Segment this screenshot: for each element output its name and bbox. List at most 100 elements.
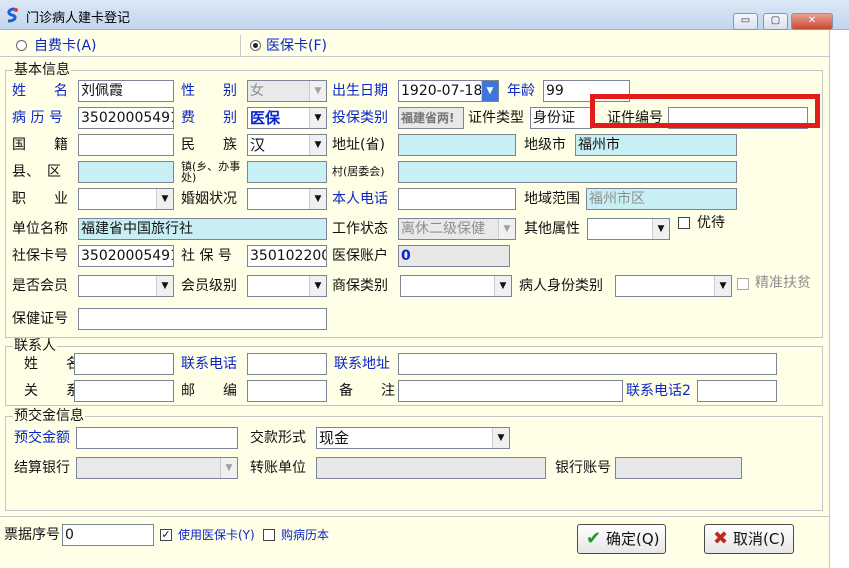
fee-select[interactable]: 医保 ▼ xyxy=(247,107,327,129)
chevron-down-icon: ▼ xyxy=(309,108,326,128)
deposit-method-label: 交款形式 xyxy=(250,430,306,446)
birth-date-picker[interactable]: 1920-07-18 ▼ xyxy=(398,80,499,102)
region-field[interactable]: 福州市区 xyxy=(586,188,737,210)
chevron-down-icon: ▼ xyxy=(309,81,326,101)
contact-note-field[interactable] xyxy=(398,380,623,402)
chevron-down-icon: ▼ xyxy=(309,189,326,209)
chevron-down-icon: ▼ xyxy=(498,219,515,239)
town-field[interactable] xyxy=(247,161,327,183)
contact-rel-label: 关 系 xyxy=(24,383,80,399)
cancel-label: 取消(C) xyxy=(733,530,786,548)
other-select[interactable]: ▼ xyxy=(587,218,670,240)
record-field[interactable]: 350200054912 xyxy=(78,107,174,129)
contact-rel-field[interactable] xyxy=(74,380,174,402)
fee-value: 医保 xyxy=(250,109,281,127)
contact-title: 联系人 xyxy=(13,338,57,354)
acct-field: 0 xyxy=(398,245,510,267)
receipt-field[interactable]: 0 xyxy=(62,524,154,546)
health-field[interactable] xyxy=(78,308,327,330)
chevron-down-icon: ▼ xyxy=(309,276,326,296)
title-bar: 门诊病人建卡登记 ▭ ▢ ✕ xyxy=(0,0,849,30)
nation-value: 汉 xyxy=(250,136,266,154)
member-select[interactable]: ▼ xyxy=(78,275,174,297)
window-title: 门诊病人建卡登记 xyxy=(26,11,131,26)
work-select[interactable]: 离休二级保健 ▼ xyxy=(398,218,516,240)
county-label: 县、 区 xyxy=(12,164,61,180)
checkmark-icon: ✓ xyxy=(161,528,171,541)
city-field[interactable]: 福州市 xyxy=(575,134,737,156)
buy-book-checkbox[interactable] xyxy=(263,529,275,541)
sino-field[interactable]: 350102200 xyxy=(247,245,327,267)
priority-label: 优待 xyxy=(697,215,725,231)
use-card-checkbox[interactable]: ✓ xyxy=(160,529,172,541)
town-label: 镇(乡、办事处) xyxy=(181,160,241,184)
gender-label: 性 别 xyxy=(181,83,237,99)
village-field[interactable] xyxy=(398,161,737,183)
minimize-button[interactable]: ▭ xyxy=(733,13,758,30)
contact-zip-field[interactable] xyxy=(247,380,327,402)
chevron-down-icon: ▼ xyxy=(309,135,326,155)
member-label: 是否会员 xyxy=(12,278,68,294)
x-icon: ✖ xyxy=(713,528,729,549)
name-field[interactable]: 刘佩霞 xyxy=(78,80,174,102)
close-button[interactable]: ✕ xyxy=(791,13,833,30)
county-field[interactable] xyxy=(78,161,174,183)
province-label: 地址(省) xyxy=(332,137,385,153)
confirm-label: 确定(Q) xyxy=(606,530,660,548)
other-label: 其他属性 xyxy=(524,221,580,237)
deposit-unit-field[interactable] xyxy=(316,457,546,479)
insured-label: 投保类别 xyxy=(332,110,388,126)
footer-divider xyxy=(0,516,829,517)
ptype-select[interactable]: ▼ xyxy=(615,275,732,297)
sicard-field[interactable]: 350200054912 xyxy=(78,245,174,267)
insurance-radio[interactable] xyxy=(250,40,261,51)
region-label: 地域范围 xyxy=(524,191,580,207)
country-field[interactable] xyxy=(78,134,174,156)
deposit-bank-select[interactable]: ▼ xyxy=(76,457,238,479)
self-pay-radio[interactable] xyxy=(16,40,27,51)
phone-label: 本人电话 xyxy=(332,191,388,207)
sino-label: 社 保 号 xyxy=(181,248,232,264)
cancel-button[interactable]: ✖ 取消(C) xyxy=(704,524,794,554)
insured-field[interactable]: 福建省两! xyxy=(398,107,464,129)
gender-select[interactable]: 女 ▼ xyxy=(247,80,327,102)
insurance-label[interactable]: 医保卡(F) xyxy=(266,35,327,57)
contact-addr-field[interactable] xyxy=(398,353,777,375)
poverty-checkbox[interactable] xyxy=(737,278,749,290)
window-right-frame xyxy=(829,30,849,568)
chevron-down-icon: ▼ xyxy=(652,219,669,239)
self-pay-label[interactable]: 自费卡(A) xyxy=(34,35,97,57)
job-select[interactable]: ▼ xyxy=(78,188,174,210)
chevron-down-icon: ▼ xyxy=(714,276,731,296)
contact-name-field[interactable] xyxy=(74,353,174,375)
nation-select[interactable]: 汉 ▼ xyxy=(247,134,327,156)
chevron-down-icon: ▼ xyxy=(494,276,511,296)
level-select[interactable]: ▼ xyxy=(247,275,327,297)
contact-phone-field[interactable] xyxy=(247,353,327,375)
marital-select[interactable]: ▼ xyxy=(247,188,327,210)
contact-addr-label: 联系地址 xyxy=(334,356,390,372)
phone-field[interactable] xyxy=(398,188,516,210)
deposit-acct-field[interactable] xyxy=(615,457,742,479)
deposit-method-value: 现金 xyxy=(319,429,350,447)
deposit-unit-label: 转账单位 xyxy=(250,460,306,476)
deposit-method-select[interactable]: 现金 ▼ xyxy=(316,427,510,449)
deposit-amount-label: 预交金额 xyxy=(14,430,70,446)
province-field[interactable] xyxy=(398,134,516,156)
record-label: 病 历 号 xyxy=(12,110,63,126)
priority-checkbox[interactable] xyxy=(678,217,690,229)
chevron-down-icon: ▼ xyxy=(220,458,237,478)
village-label: 村(居委会) xyxy=(332,165,385,178)
acct-label: 医保账户 xyxy=(332,248,388,264)
maximize-button[interactable]: ▢ xyxy=(763,13,788,30)
fee-label: 费 别 xyxy=(181,110,237,126)
work-label: 工作状态 xyxy=(332,221,388,237)
deposit-amount-field[interactable] xyxy=(76,427,238,449)
close-icon: ✕ xyxy=(807,15,817,26)
idtype-select[interactable]: 身份证 xyxy=(530,107,592,129)
deposit-bank-label: 结算银行 xyxy=(14,460,70,476)
contact-phone2-field[interactable] xyxy=(697,380,777,402)
employer-field[interactable]: 福建省中国旅行社 xyxy=(78,218,327,240)
commins-select[interactable]: ▼ xyxy=(400,275,512,297)
confirm-button[interactable]: ✔ 确定(Q) xyxy=(577,524,666,554)
